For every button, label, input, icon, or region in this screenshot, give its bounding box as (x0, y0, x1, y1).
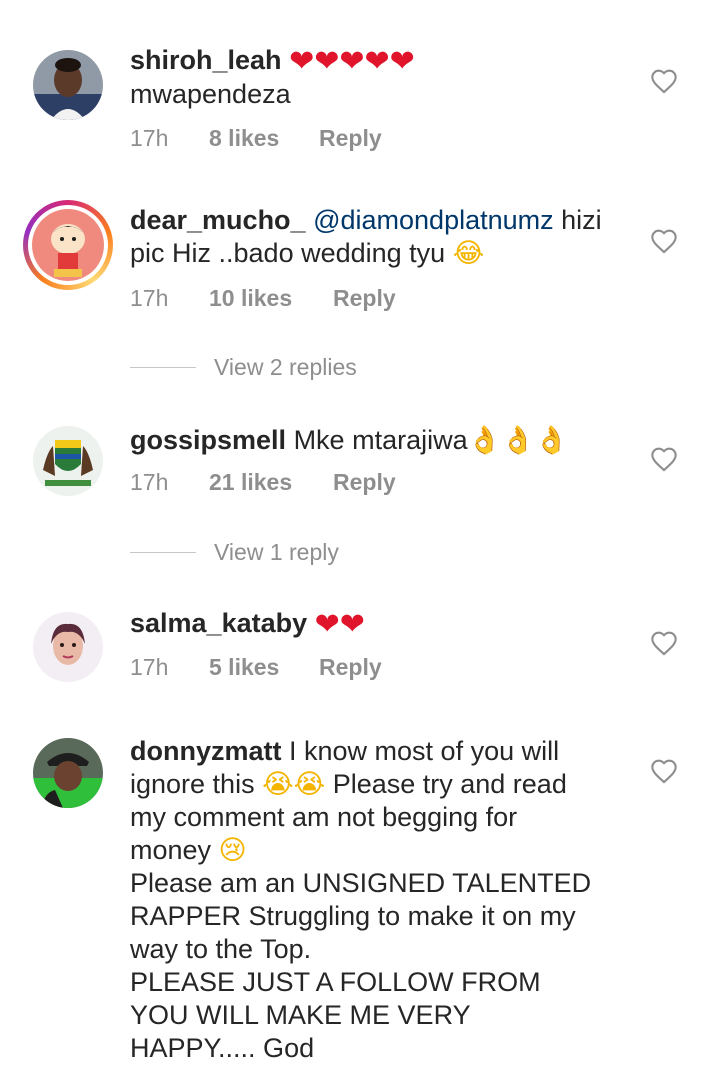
comment-text: shiroh_leah ❤❤❤❤❤ mwapendeza (130, 44, 610, 111)
comment-text: salma_kataby ❤❤ (130, 607, 610, 641)
likes-count[interactable]: 21 likes (209, 467, 292, 497)
likes-count[interactable]: 10 likes (209, 283, 292, 313)
comment-time: 17h (130, 125, 169, 151)
username[interactable]: dear_mucho_ (130, 205, 306, 235)
reply-button[interactable]: Reply (333, 283, 396, 313)
divider-line (130, 367, 196, 368)
comment-text: donnyzmatt I know most of you will ignor… (130, 735, 600, 1065)
comment-time: 17h (130, 285, 169, 311)
comment-body: mwapendeza (130, 79, 291, 109)
laugh-emoji: 😂 (452, 238, 485, 269)
avatar[interactable] (33, 612, 103, 682)
like-heart-icon[interactable] (650, 630, 678, 656)
comment-body: Mke mtarajiwa (286, 425, 468, 455)
ok-hand-emojis: 👌👌👌 (467, 425, 569, 456)
comment-body-3: Please am an UNSIGNED TALENTED RAPPER St… (130, 868, 592, 964)
view-replies-label: View 2 replies (214, 354, 357, 380)
like-heart-icon[interactable] (650, 446, 678, 472)
username[interactable]: gossipsmell (130, 425, 286, 455)
reply-button[interactable]: Reply (319, 652, 382, 682)
reply-button[interactable]: Reply (319, 123, 382, 153)
avatar[interactable] (33, 426, 103, 496)
avatar[interactable] (33, 738, 103, 808)
like-heart-icon[interactable] (650, 758, 678, 784)
avatar-story-ring[interactable] (23, 200, 113, 290)
comment-time: 17h (130, 469, 169, 495)
comment-time: 17h (130, 654, 169, 680)
sad-emoji: 😢 (218, 835, 247, 866)
comment-body-4: PLEASE JUST A FOLLOW FROM YOU WILL MAKE … (130, 967, 541, 1063)
like-heart-icon[interactable] (650, 68, 678, 94)
like-heart-icon[interactable] (650, 228, 678, 254)
avatar[interactable] (33, 50, 103, 120)
avatar (32, 209, 104, 281)
crying-emojis: 😭😭 (262, 769, 326, 800)
username[interactable]: shiroh_leah (130, 45, 282, 75)
mention-link[interactable]: @diamondplatnumz (313, 205, 554, 235)
username[interactable]: salma_kataby (130, 608, 307, 638)
comment-text: dear_mucho_ @diamondplatnumz hizi pic Hi… (130, 204, 610, 270)
likes-count[interactable]: 8 likes (209, 123, 279, 153)
comment-text: gossipsmell Mke mtarajiwa👌👌👌 (130, 424, 610, 457)
heart-emojis: ❤❤ (314, 607, 365, 642)
view-replies-label: View 1 reply (214, 539, 339, 565)
heart-emojis: ❤❤❤❤❤ (289, 44, 415, 79)
divider-line (130, 552, 196, 553)
likes-count[interactable]: 5 likes (209, 652, 279, 682)
username[interactable]: donnyzmatt (130, 736, 282, 766)
reply-button[interactable]: Reply (333, 467, 396, 497)
